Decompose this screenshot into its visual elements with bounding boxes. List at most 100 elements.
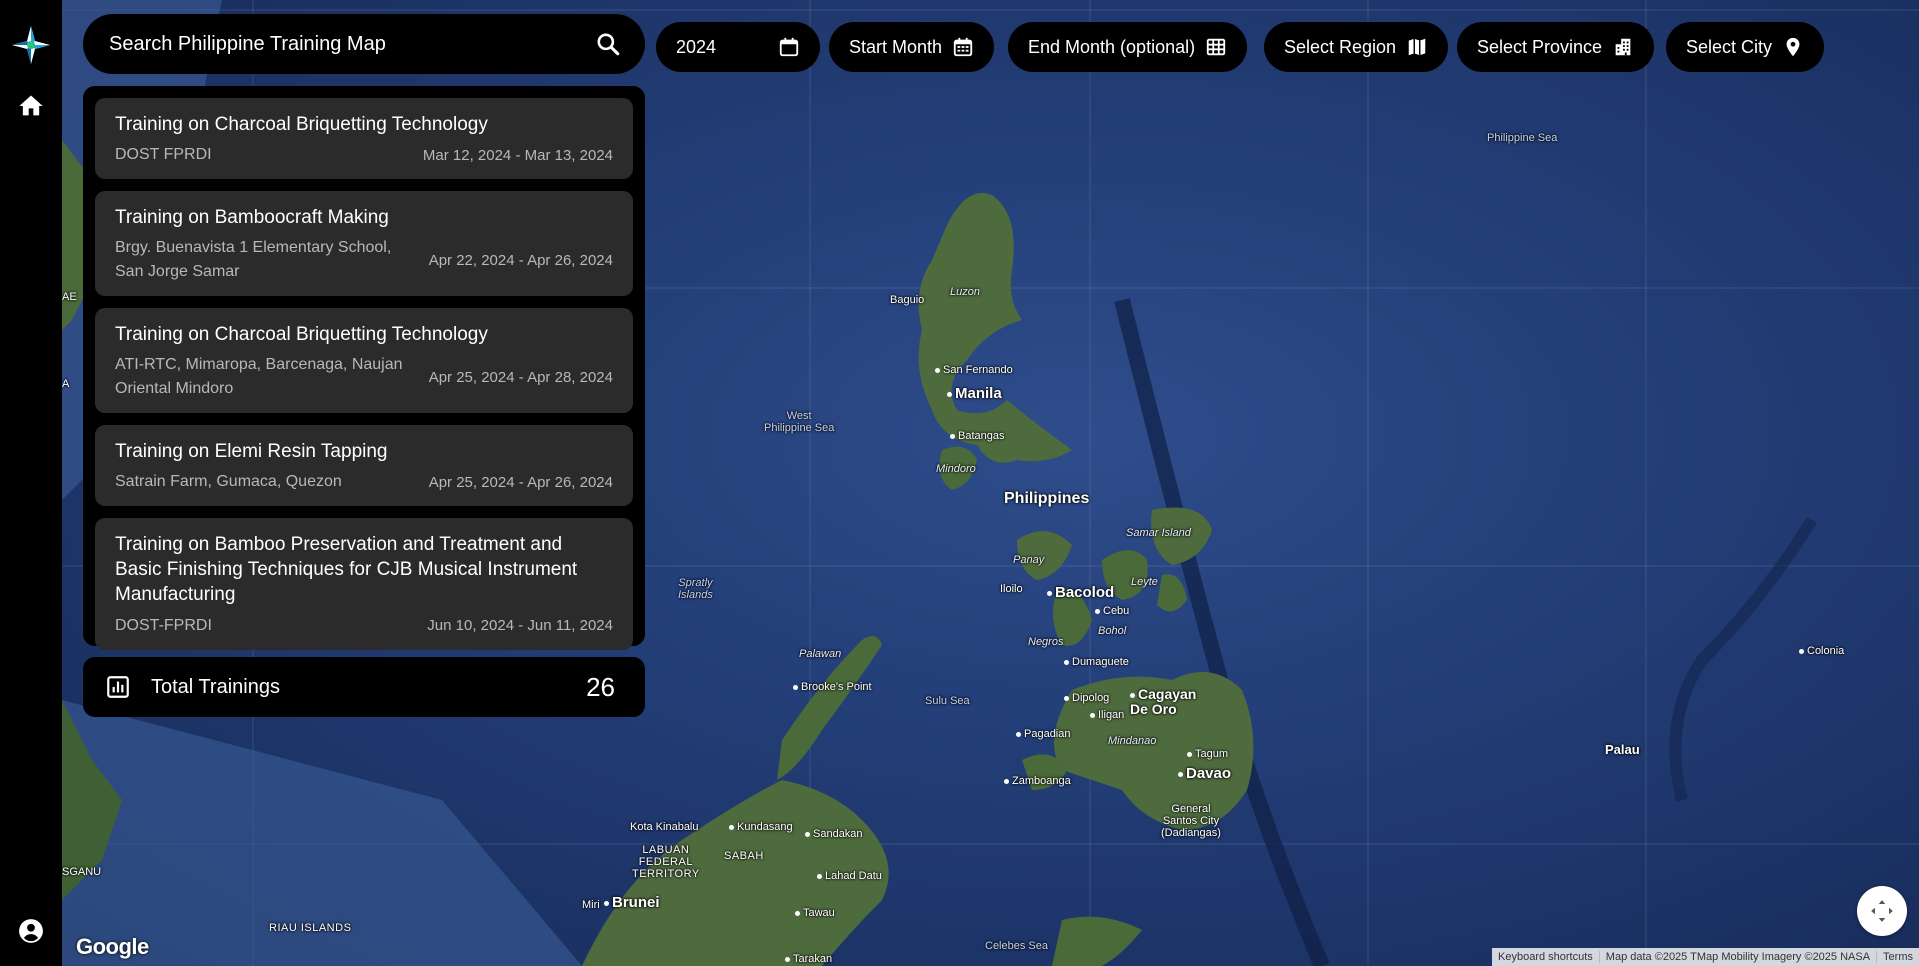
city-label: Select City [1686,36,1773,57]
map-label-brunei: Brunei [604,894,660,912]
training-card[interactable]: Training on Elemi Resin Tapping Satrain … [95,425,633,507]
region-label: Select Region [1284,36,1397,57]
fullscreen-button[interactable] [1857,886,1907,936]
search-icon[interactable] [595,31,621,57]
map-label-cebu: Cebu [1095,605,1129,617]
map-label-colonia: Colonia [1799,645,1844,657]
start-month-label: Start Month [849,36,943,57]
total-trainings-count: 26 [586,671,615,702]
map-label-lahad-datu: Lahad Datu [817,870,882,882]
map-label-luzon: Luzon [950,286,980,298]
training-card[interactable]: Training on Charcoal Briquetting Technol… [95,308,633,414]
google-logo[interactable]: Google [76,934,149,960]
map-label-celebes-sea: Celebes Sea [985,940,1048,952]
start-month-select[interactable]: Start Month [829,22,995,72]
training-title: Training on Charcoal Briquetting Technol… [115,324,488,346]
keyboard-shortcuts-link[interactable]: Keyboard shortcuts [1492,951,1599,963]
training-title: Training on Charcoal Briquetting Technol… [115,114,488,135]
map-label-iligan: Iligan [1090,709,1124,721]
map-label-batangas: Batangas [950,430,1004,442]
map-label-san-fernando: San Fernando [935,364,1013,376]
map-label-dipolog: Dipolog [1064,692,1109,704]
left-sidebar [0,0,62,966]
search-bar [83,14,645,74]
map-label-palawan: Palawan [799,648,842,660]
training-card[interactable]: Training on Bamboocraft Making Brgy. Bue… [95,191,633,297]
map-label-tarakan: Tarakan [785,953,832,965]
map-label-panay: Panay [1013,554,1045,566]
year-select[interactable]: 2024 [656,22,820,72]
year-value: 2024 [676,36,717,57]
total-trainings-bar: Total Trainings 26 [83,657,645,717]
map-label-riau-islands: RIAU ISLANDS [269,922,352,934]
map-label-manila: Manila [947,385,1002,403]
map-label-philippines: Philippines [1004,490,1090,507]
map-label-sulu-sea: Sulu Sea [925,695,970,707]
map-label-sabah: SABAH [724,850,764,862]
map-label-tawau: Tawau [795,907,835,919]
map-label-mindanao: Mindanao [1108,735,1157,747]
map-label-a: A [62,378,70,390]
city-select[interactable]: Select City [1666,22,1825,72]
terms-link[interactable]: Terms [1876,951,1919,963]
location-pin-icon [1786,37,1800,57]
training-location: Satrain Farm, Gumaca, Quezon [115,473,342,491]
total-trainings-label: Total Trainings [151,675,280,698]
end-month-label: End Month (optional) [1028,36,1196,57]
training-dates: Apr 22, 2024 - Apr 26, 2024 [428,251,613,269]
map-label-west-philippine-sea: West Philippine Sea [764,410,835,435]
map-label-spratly-islands: Spratly Islands [678,577,713,602]
province-label: Select Province [1477,36,1603,57]
region-select[interactable]: Select Region [1264,22,1449,72]
map-label-zamboanga: Zamboanga [1004,775,1071,787]
training-dates: Jun 10, 2024 - Jun 11, 2024 [427,617,613,635]
search-input[interactable] [109,32,595,56]
training-title: Training on Elemi Resin Tapping [115,441,388,463]
end-month-select[interactable]: End Month (optional) [1008,22,1248,72]
account-circle-icon[interactable] [18,918,44,944]
home-icon[interactable] [17,92,45,120]
training-dates: Apr 25, 2024 - Apr 28, 2024 [428,368,613,386]
map-label-palau: Palau [1605,742,1640,757]
training-location: DOST FPRDI [115,146,212,164]
calendar-month-icon [953,37,973,57]
map-label-tagum: Tagum [1187,748,1228,760]
building-icon [1615,38,1631,56]
map-label-samar-island: Samar Island [1126,527,1191,539]
map-label-baguio: Baguio [890,294,925,306]
map-label-cagayan-de-oro: Cagayan De Oro [1130,686,1197,718]
training-card[interactable]: Training on Bamboo Preservation and Trea… [95,518,633,650]
training-title: Training on Bamboo Preservation and Trea… [115,534,578,606]
fullscreen-icon [1871,900,1893,922]
map-label-leyte: Leyte [1131,576,1158,588]
map-data-credit: Map data ©2025 TMap Mobility Imagery ©20… [1598,951,1876,963]
map-label-kota-kinabalu: Kota Kinabalu [630,821,699,833]
map-label-iloilo: Iloilo [1000,583,1023,595]
map-label-philippine-sea: Philippine Sea [1487,132,1558,144]
province-select[interactable]: Select Province [1457,22,1655,72]
calendar-icon [779,37,799,57]
map-label-bohol: Bohol [1098,625,1127,637]
map-label-dumaguete: Dumaguete [1064,656,1129,668]
training-card[interactable]: Training on Charcoal Briquetting Technol… [95,98,633,180]
bar-chart-icon [107,676,129,698]
app-logo-icon[interactable] [10,24,52,66]
training-dates: Mar 12, 2024 - Mar 13, 2024 [422,146,613,164]
training-list: Training on Charcoal Briquetting Technol… [83,86,645,650]
map-label-labuan: LABUAN FEDERAL TERRITORY [632,844,700,881]
training-dates: Apr 25, 2024 - Apr 26, 2024 [428,473,613,491]
training-location: ATI-RTC, Mimaropa, Barcenaga, Naujan Ori… [115,356,403,398]
training-title: Training on Bamboocraft Making [115,207,389,229]
map-label-davao: Davao [1178,765,1231,783]
map-label-sandakan: Sandakan [805,828,863,840]
map-icon [1408,38,1426,56]
calendar-grid-icon [1206,38,1226,56]
map-label-mindoro: Mindoro [936,463,976,475]
map-label-sganu: SGANU [62,866,102,878]
map-label-pagadian: Pagadian [1016,728,1071,740]
map-attribution: Keyboard shortcuts Map data ©2025 TMap M… [1492,948,1919,966]
training-location: DOST-FPRDI [115,616,212,634]
map-label-kundasang: Kundasang [729,821,793,833]
training-location: Brgy. Buenavista 1 Elementary School, Sa… [115,239,392,281]
map-label-ae: AE [62,291,77,303]
